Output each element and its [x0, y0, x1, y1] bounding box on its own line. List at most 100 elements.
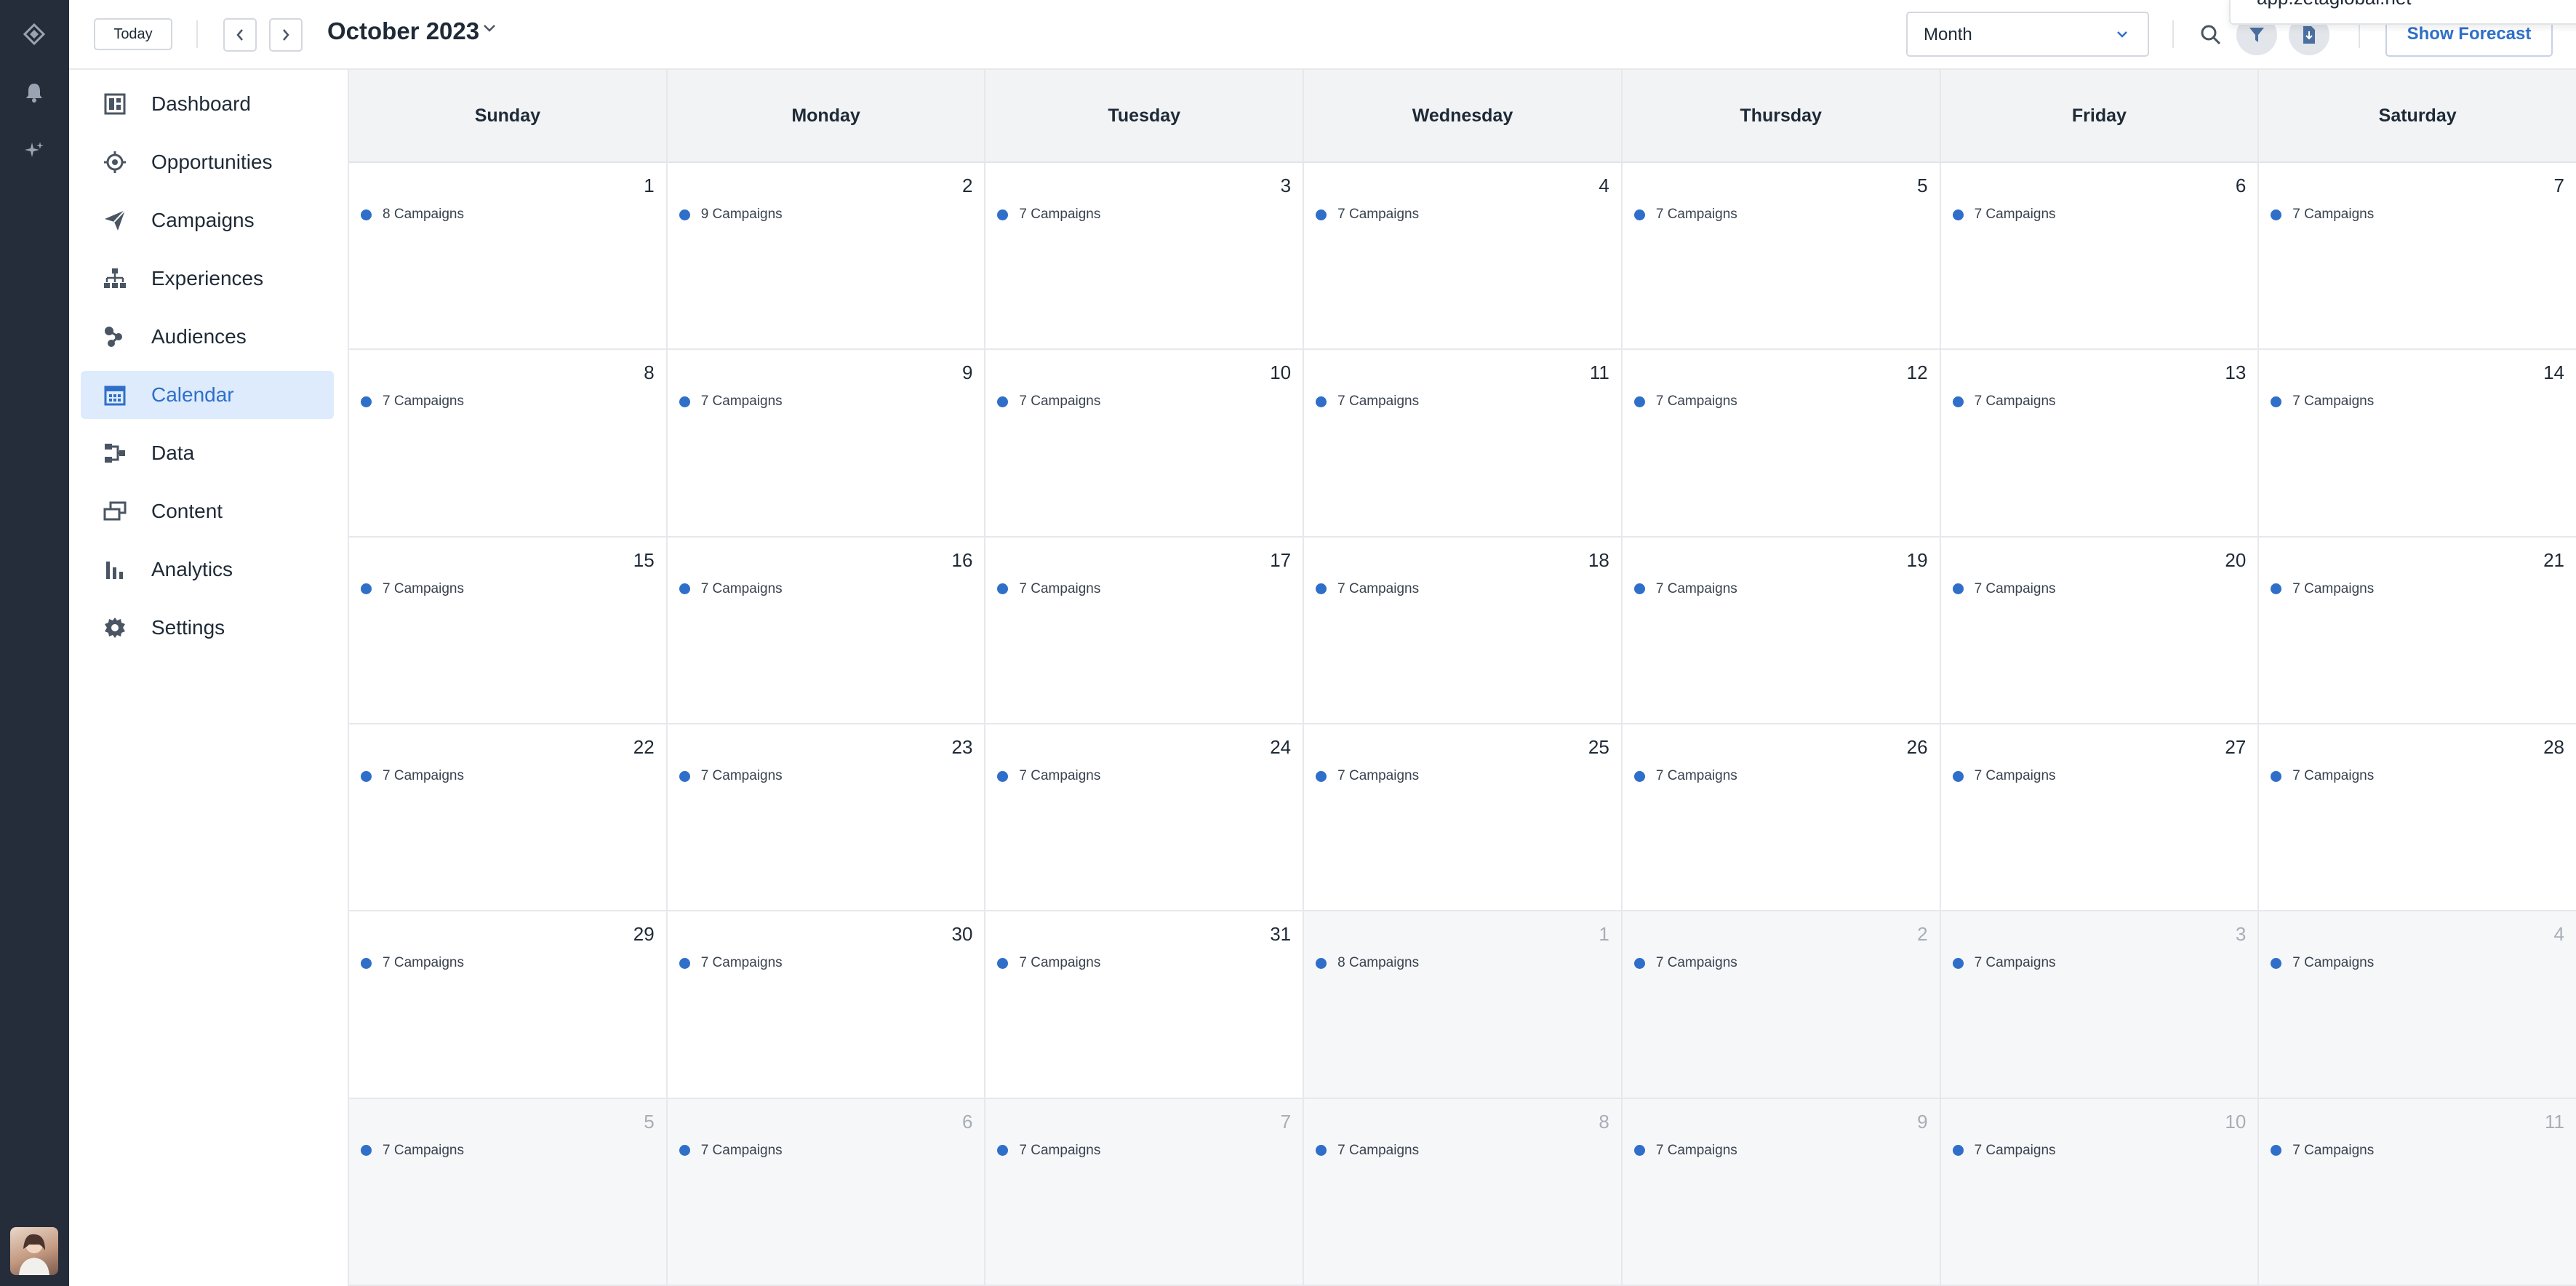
sidebar-item-settings[interactable]: Settings — [81, 604, 334, 652]
sparkle-icon[interactable] — [16, 132, 52, 169]
campaign-count-event[interactable]: 7 Campaigns — [2271, 394, 2374, 410]
campaign-count-event[interactable]: 7 Campaigns — [1633, 955, 1737, 971]
campaign-count-event[interactable]: 7 Campaigns — [679, 1143, 783, 1159]
sidebar-item-dashboard[interactable]: Dashboard — [81, 80, 334, 128]
campaign-count-event[interactable]: 7 Campaigns — [1316, 581, 1419, 597]
calendar-day-cell[interactable]: 9 7 Campaigns — [1622, 1098, 1941, 1286]
campaign-count-event[interactable]: 7 Campaigns — [1316, 207, 1419, 223]
calendar-day-cell[interactable]: 1 8 Campaigns — [1304, 911, 1623, 1099]
calendar-day-cell[interactable]: 25 7 Campaigns — [1304, 724, 1623, 912]
campaign-count-event[interactable]: 7 Campaigns — [1316, 768, 1419, 784]
campaign-count-event[interactable]: 7 Campaigns — [361, 581, 464, 597]
calendar-day-cell[interactable]: 4 7 Campaigns — [2259, 911, 2576, 1099]
campaign-count-event[interactable]: 7 Campaigns — [2271, 207, 2374, 223]
campaign-count-event[interactable]: 7 Campaigns — [1952, 1143, 2056, 1159]
sidebar-item-analytics[interactable]: Analytics — [81, 546, 334, 594]
campaign-count-event[interactable]: 7 Campaigns — [997, 955, 1100, 971]
campaign-count-event[interactable]: 7 Campaigns — [1316, 394, 1419, 410]
calendar-day-cell[interactable]: 10 7 Campaigns — [985, 350, 1305, 538]
campaign-count-event[interactable]: 7 Campaigns — [997, 207, 1100, 223]
sidebar-item-content[interactable]: Content — [81, 487, 334, 535]
today-button[interactable]: Today — [94, 18, 172, 50]
next-month-button[interactable] — [269, 18, 303, 52]
campaign-count-event[interactable]: 7 Campaigns — [1952, 207, 2056, 223]
calendar-day-cell[interactable]: 18 7 Campaigns — [1304, 537, 1623, 724]
campaign-count-event[interactable]: 8 Campaigns — [361, 207, 464, 223]
calendar-day-cell[interactable]: 1 8 Campaigns — [349, 163, 668, 351]
campaign-count-event[interactable]: 7 Campaigns — [2271, 1143, 2374, 1159]
campaign-count-event[interactable]: 7 Campaigns — [997, 768, 1100, 784]
calendar-day-cell[interactable]: 7 7 Campaigns — [2259, 163, 2576, 351]
campaign-count-event[interactable]: 9 Campaigns — [679, 207, 783, 223]
campaign-count-event[interactable]: 7 Campaigns — [1316, 1143, 1419, 1159]
chevron-down-icon[interactable] — [482, 23, 497, 37]
calendar-day-cell[interactable]: 5 7 Campaigns — [1622, 163, 1941, 351]
calendar-day-cell[interactable]: 22 7 Campaigns — [349, 724, 668, 912]
calendar-day-cell[interactable]: 20 7 Campaigns — [1940, 537, 2260, 724]
calendar-day-cell[interactable]: 23 7 Campaigns — [667, 724, 986, 912]
calendar-day-cell[interactable]: 10 7 Campaigns — [1940, 1098, 2260, 1286]
campaign-count-event[interactable]: 7 Campaigns — [679, 581, 783, 597]
calendar-day-cell[interactable]: 4 7 Campaigns — [1304, 163, 1623, 351]
campaign-count-event[interactable]: 7 Campaigns — [2271, 581, 2374, 597]
calendar-day-cell[interactable]: 8 7 Campaigns — [349, 350, 668, 538]
calendar-day-cell[interactable]: 17 7 Campaigns — [985, 537, 1305, 724]
campaign-count-event[interactable]: 7 Campaigns — [361, 394, 464, 410]
calendar-day-cell[interactable]: 24 7 Campaigns — [985, 724, 1305, 912]
campaign-count-event[interactable]: 7 Campaigns — [1633, 581, 1737, 597]
calendar-day-cell[interactable]: 16 7 Campaigns — [667, 537, 986, 724]
sidebar-item-experiences[interactable]: Experiences — [81, 255, 334, 303]
campaign-count-event[interactable]: 7 Campaigns — [679, 768, 783, 784]
calendar-day-cell[interactable]: 31 7 Campaigns — [985, 911, 1305, 1099]
campaign-count-event[interactable]: 7 Campaigns — [1952, 955, 2056, 971]
campaign-count-event[interactable]: 7 Campaigns — [679, 394, 783, 410]
campaign-count-event[interactable]: 7 Campaigns — [2271, 955, 2374, 971]
sidebar-item-data[interactable]: Data — [81, 429, 334, 477]
calendar-day-cell[interactable]: 9 7 Campaigns — [667, 350, 986, 538]
view-mode-select[interactable]: Month — [1906, 12, 2149, 57]
campaign-count-event[interactable]: 7 Campaigns — [2271, 768, 2374, 784]
sidebar-item-opportunities[interactable]: Opportunities — [81, 138, 334, 186]
sidebar-item-audiences[interactable]: Audiences — [81, 313, 334, 361]
campaign-count-event[interactable]: 7 Campaigns — [997, 1143, 1100, 1159]
campaign-count-event[interactable]: 7 Campaigns — [1952, 394, 2056, 410]
calendar-day-cell[interactable]: 27 7 Campaigns — [1940, 724, 2260, 912]
calendar-day-cell[interactable]: 14 7 Campaigns — [2259, 350, 2576, 538]
campaign-count-event[interactable]: 7 Campaigns — [1633, 768, 1737, 784]
sidebar-item-campaigns[interactable]: Campaigns — [81, 196, 334, 244]
campaign-count-event[interactable]: 7 Campaigns — [1952, 581, 2056, 597]
campaign-count-event[interactable]: 8 Campaigns — [1316, 955, 1419, 971]
calendar-day-cell[interactable]: 6 7 Campaigns — [667, 1098, 986, 1286]
calendar-period-title[interactable]: October 2023 — [327, 17, 479, 45]
calendar-day-cell[interactable]: 8 7 Campaigns — [1304, 1098, 1623, 1286]
campaign-count-event[interactable]: 7 Campaigns — [361, 768, 464, 784]
calendar-day-cell[interactable]: 5 7 Campaigns — [349, 1098, 668, 1286]
previous-month-button[interactable] — [223, 18, 257, 52]
campaign-count-event[interactable]: 7 Campaigns — [997, 581, 1100, 597]
calendar-day-cell[interactable]: 12 7 Campaigns — [1622, 350, 1941, 538]
calendar-day-cell[interactable]: 11 7 Campaigns — [1304, 350, 1623, 538]
calendar-day-cell[interactable]: 30 7 Campaigns — [667, 911, 986, 1099]
calendar-day-cell[interactable]: 6 7 Campaigns — [1940, 163, 2260, 351]
campaign-count-event[interactable]: 7 Campaigns — [679, 955, 783, 971]
sidebar-item-calendar[interactable]: Calendar — [81, 371, 334, 419]
search-icon[interactable] — [2191, 15, 2231, 55]
bell-icon[interactable] — [16, 74, 52, 111]
app-logo-icon[interactable] — [16, 16, 52, 52]
campaign-count-event[interactable]: 7 Campaigns — [361, 1143, 464, 1159]
calendar-day-cell[interactable]: 29 7 Campaigns — [349, 911, 668, 1099]
calendar-day-cell[interactable]: 3 7 Campaigns — [985, 163, 1305, 351]
calendar-day-cell[interactable]: 7 7 Campaigns — [985, 1098, 1305, 1286]
calendar-day-cell[interactable]: 26 7 Campaigns — [1622, 724, 1941, 912]
calendar-day-cell[interactable]: 19 7 Campaigns — [1622, 537, 1941, 724]
calendar-day-cell[interactable]: 2 9 Campaigns — [667, 163, 986, 351]
campaign-count-event[interactable]: 7 Campaigns — [1633, 1143, 1737, 1159]
campaign-count-event[interactable]: 7 Campaigns — [361, 955, 464, 971]
calendar-day-cell[interactable]: 3 7 Campaigns — [1940, 911, 2260, 1099]
calendar-day-cell[interactable]: 28 7 Campaigns — [2259, 724, 2576, 912]
campaign-count-event[interactable]: 7 Campaigns — [1633, 207, 1737, 223]
calendar-day-cell[interactable]: 13 7 Campaigns — [1940, 350, 2260, 538]
avatar[interactable] — [10, 1227, 58, 1275]
campaign-count-event[interactable]: 7 Campaigns — [997, 394, 1100, 410]
calendar-day-cell[interactable]: 15 7 Campaigns — [349, 537, 668, 724]
